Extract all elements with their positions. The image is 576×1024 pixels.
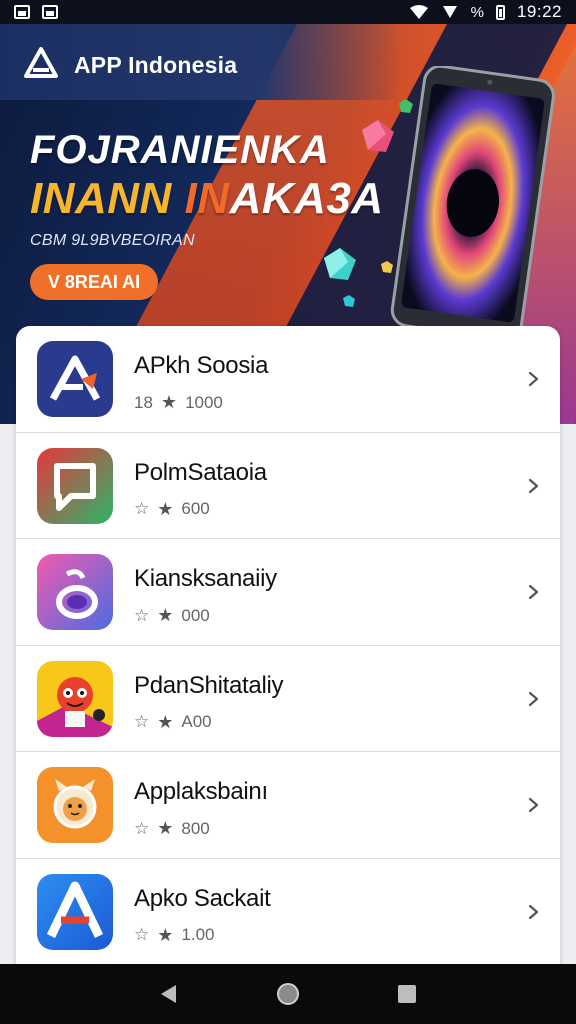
banner-subtitle: CBM 9L9BVBEOIRAN (30, 232, 195, 249)
rating-count: 600 (181, 499, 210, 519)
recents-icon (397, 985, 416, 1003)
app-rating: ☆ ★ 1.00 (134, 925, 214, 946)
battery-icon (495, 4, 505, 20)
app-rating: ☆ ★ 000 (134, 605, 210, 626)
image-icon (42, 5, 58, 19)
headline-part-b: IN (184, 174, 230, 223)
status-bar: % 19:22 (0, 0, 576, 24)
rating-count: 1000 (185, 392, 223, 412)
status-right: % 19:22 (409, 2, 562, 22)
rating-prefix: ☆ (134, 925, 150, 945)
chevron-right-icon[interactable] (524, 583, 542, 601)
star-icon: ★ (157, 924, 174, 945)
chevron-right-icon[interactable] (524, 477, 542, 495)
signal-icon (442, 6, 457, 18)
app-rating: ☆ ★ A00 (134, 712, 212, 733)
home-icon (276, 983, 299, 1005)
app-rating: ☆ ★ 800 (134, 818, 210, 839)
system-nav-bar (0, 964, 576, 1024)
app-list-item[interactable]: APkh Soosia 18 ★ 1000 (16, 326, 560, 433)
headline-part-a: INANN (30, 174, 185, 223)
rating-prefix: 18 (134, 392, 153, 412)
app-name: APkh Soosia (134, 352, 269, 379)
chevron-right-icon[interactable] (524, 370, 542, 388)
rating-count: 000 (181, 605, 210, 625)
gem-decoration-icon (343, 295, 355, 307)
back-icon (161, 985, 177, 1003)
app-name: PdanShitataliy (134, 671, 284, 699)
cartoon-character-icon (37, 660, 113, 737)
chat-bubble-icon (37, 447, 113, 524)
app-rating: ☆ ★ 600 (134, 499, 210, 520)
status-time: 19:22 (516, 2, 562, 21)
triangle-a-logo-icon (37, 341, 113, 417)
rating-prefix: ☆ (134, 499, 150, 519)
app-list-item[interactable]: PdanShitataliy ☆ ★ A00 (16, 646, 560, 753)
banner-headline-secondary: INANN INAKA3A (30, 174, 384, 224)
phone-mockup-image (390, 66, 555, 338)
status-left (14, 5, 58, 19)
banner-headline: FOJRANIENKA (30, 128, 330, 172)
star-icon: ★ (157, 498, 174, 519)
star-icon: ★ (160, 392, 178, 412)
rating-count: 1.00 (181, 925, 215, 945)
rating-count: A00 (181, 712, 212, 732)
star-icon: ★ (157, 711, 174, 732)
music-note-icon (37, 554, 113, 631)
photo-icon (14, 5, 30, 19)
rating-prefix: ☆ (134, 712, 150, 732)
letter-a-icon (37, 873, 113, 950)
app-rating: 18 ★ 1000 (134, 392, 223, 413)
recents-button[interactable] (393, 980, 421, 1008)
headline-part-c: AKA3A (229, 174, 384, 223)
cartoon-cat-icon (37, 767, 113, 844)
banner-cta-button[interactable]: V 8REAI AI (30, 264, 158, 300)
app-name: Kiansksanaiiy (134, 565, 277, 593)
app-name: Apko Sackait (134, 884, 271, 912)
signal-label: % (470, 3, 484, 21)
rating-prefix: ☆ (134, 818, 150, 838)
app-list-item[interactable]: Applaksbainı ☆ ★ 800 (16, 752, 560, 859)
home-button[interactable] (274, 980, 302, 1008)
app-name: Applaksbainı (134, 778, 268, 806)
app-list-item[interactable]: PolmSataoia ☆ ★ 600 (16, 433, 560, 540)
app-list-item[interactable]: Apko Sackait ☆ ★ 1.00 (16, 859, 560, 966)
app-logo-icon (24, 47, 58, 78)
gem-decoration-icon (324, 248, 356, 280)
back-button[interactable] (155, 980, 183, 1008)
app-screen: % 19:22 APP Indonesia FOJRANIENKA INANN … (0, 0, 576, 1024)
brand-title: APP Indonesia (74, 52, 238, 78)
star-icon: ★ (157, 818, 174, 839)
app-list-item[interactable]: Kiansksanaiiy ☆ ★ 000 (16, 539, 560, 646)
app-list: APkh Soosia 18 ★ 1000 PolmSataoia ☆ ★ 600 Kiansk… (16, 326, 560, 966)
chevron-right-icon[interactable] (524, 796, 542, 814)
star-icon: ★ (157, 605, 174, 626)
rating-prefix: ☆ (134, 605, 150, 625)
chevron-right-icon[interactable] (524, 903, 542, 921)
wifi-icon (409, 5, 428, 19)
app-name: PolmSataoia (134, 458, 267, 486)
chevron-right-icon[interactable] (524, 690, 542, 708)
rating-count: 800 (181, 818, 210, 838)
